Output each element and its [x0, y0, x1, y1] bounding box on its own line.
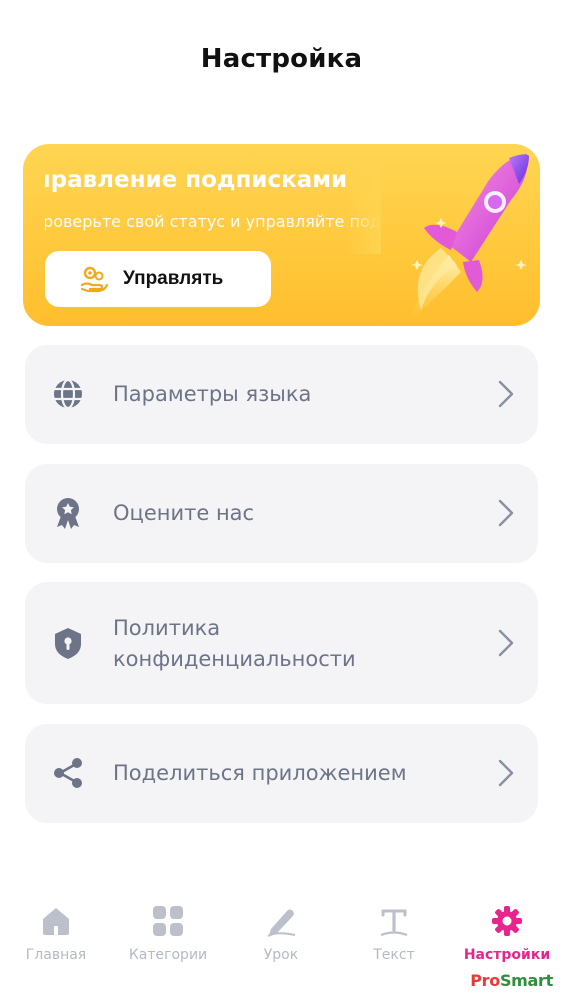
prosmart-watermark: ProSmart	[470, 971, 553, 990]
tab-text[interactable]: Текст	[339, 895, 449, 970]
tab-label: Урок	[263, 947, 299, 963]
grid-icon	[152, 905, 184, 937]
chevron-right-icon	[496, 758, 516, 788]
promo-subtitle: Проверьте свой статус и управляйте подпи…	[45, 212, 381, 231]
promo-fade-overlay	[345, 164, 381, 254]
rocket-icon	[379, 150, 539, 326]
home-icon	[40, 905, 72, 937]
tab-label: Настройки	[463, 947, 551, 963]
shield-lock-icon	[51, 626, 85, 660]
privacy-label-line2: конфиденциальности	[113, 647, 356, 671]
menu-item-label: Параметры языка	[113, 382, 312, 406]
gears-hand-icon	[79, 264, 109, 294]
share-icon	[51, 756, 85, 790]
tab-lesson[interactable]: Урок	[226, 895, 336, 970]
menu-item-share-app[interactable]: Поделиться приложением	[25, 724, 538, 823]
menu-item-label: Поделиться приложением	[113, 761, 407, 785]
promo-title: Управление подписками	[45, 167, 348, 193]
pen-icon	[265, 905, 297, 937]
menu-item-label: Политика конфиденциальности	[113, 613, 356, 675]
globe-icon	[51, 377, 85, 411]
subscription-promo-card: Управление подписками Проверьте свой ста…	[23, 144, 540, 326]
award-badge-icon	[51, 496, 85, 530]
tab-label: Категории	[128, 947, 208, 963]
chevron-right-icon	[496, 379, 516, 409]
text-icon	[378, 905, 410, 937]
tab-label: Текст	[373, 947, 415, 963]
menu-item-rate-us[interactable]: Оцените нас	[25, 464, 538, 563]
tab-home[interactable]: Главная	[1, 895, 111, 970]
manage-subscription-button[interactable]: Управлять	[45, 251, 271, 307]
tab-label: Главная	[25, 947, 87, 963]
chevron-right-icon	[496, 628, 516, 658]
gear-icon	[491, 905, 523, 937]
menu-item-privacy-policy[interactable]: Политика конфиденциальности	[25, 582, 538, 704]
watermark-smart: Smart	[499, 971, 553, 990]
chevron-right-icon	[496, 498, 516, 528]
tab-categories[interactable]: Категории	[113, 895, 223, 970]
tab-settings[interactable]: Настройки	[452, 895, 562, 970]
bottom-tab-bar: Главная Категории Урок Текст Настройки	[0, 895, 563, 975]
watermark-pro: Pro	[470, 971, 500, 990]
menu-item-label: Оцените нас	[113, 501, 255, 525]
privacy-label-line1: Политика	[113, 616, 221, 640]
manage-button-label: Управлять	[123, 268, 224, 289]
menu-item-language[interactable]: Параметры языка	[25, 345, 538, 444]
page-title: Настройка	[200, 44, 363, 74]
promo-text-area: Управление подписками Проверьте свой ста…	[45, 164, 381, 254]
